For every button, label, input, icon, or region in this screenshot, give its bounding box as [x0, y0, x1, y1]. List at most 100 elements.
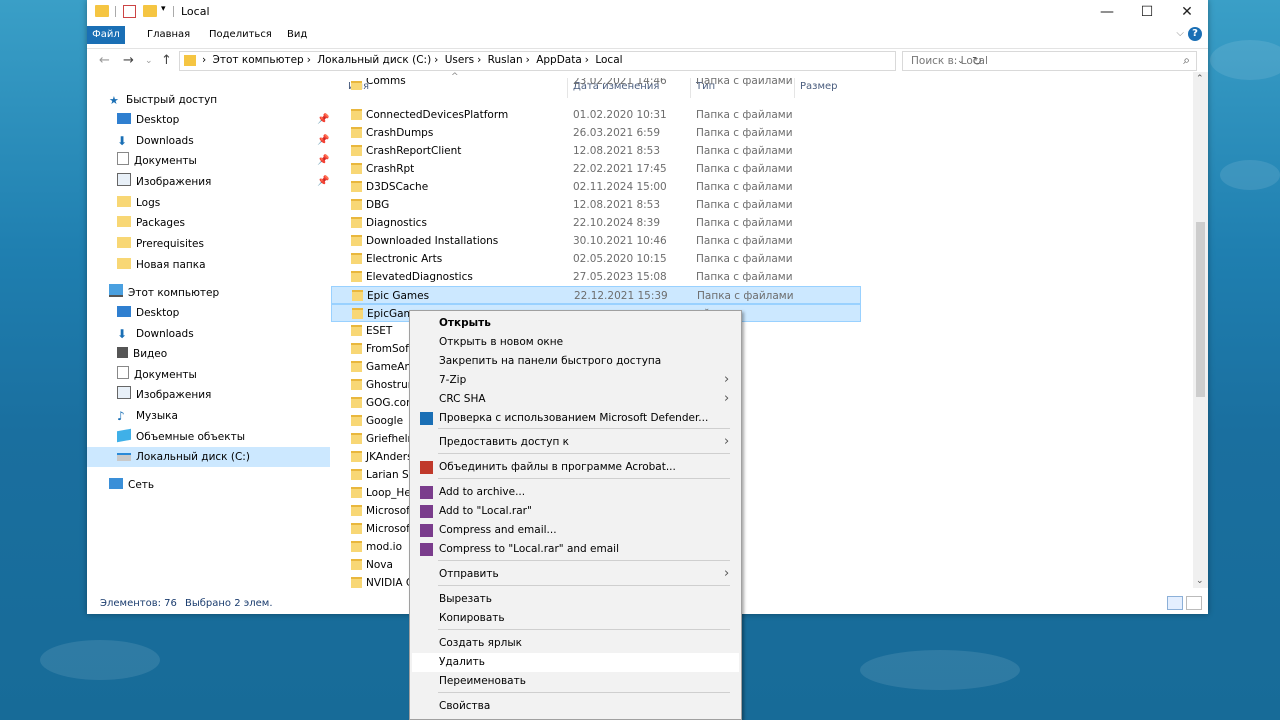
- folder-icon: [351, 271, 362, 282]
- menu-item-delete[interactable]: Удалить: [412, 653, 739, 672]
- menu-item-copy[interactable]: Копировать: [412, 609, 739, 628]
- forward-icon[interactable]: →: [123, 53, 134, 68]
- scroll-up-icon[interactable]: ⌃: [1196, 74, 1204, 84]
- menu-item-acrobat-combine[interactable]: Объединить файлы в программе Acrobat...: [412, 458, 739, 477]
- file-row[interactable]: Epic Games 22.12.2021 15:39 Папка с файлам…: [331, 286, 861, 304]
- menu-item-pin-quick-access[interactable]: Закрепить на панели быстрого доступа: [412, 352, 739, 371]
- nav-item-video[interactable]: Видео: [117, 344, 167, 364]
- file-row[interactable]: Diagnostics 22.10.2024 8:39 Папка с файлам…: [331, 214, 861, 232]
- nav-item-documents[interactable]: Документы: [117, 365, 197, 385]
- nav-item-logs[interactable]: Logs: [117, 193, 160, 213]
- nav-item-network[interactable]: Сеть: [109, 475, 154, 495]
- nav-item-packages[interactable]: Packages: [117, 213, 185, 233]
- nav-item-downloads[interactable]: ⬇ Downloads: [117, 324, 194, 344]
- recent-locations-icon[interactable]: ⌄: [145, 56, 153, 66]
- menu-item-add-to-archive[interactable]: Add to archive...: [412, 483, 739, 502]
- search-input[interactable]: Поиск в: Local ⌕: [902, 51, 1197, 71]
- up-icon[interactable]: ↑: [161, 53, 172, 68]
- scroll-down-icon[interactable]: ⌄: [1196, 576, 1204, 586]
- nav-item-this-pc[interactable]: Этот компьютер: [109, 283, 219, 303]
- nav-item-local-disk[interactable]: Локальный диск (C:): [87, 447, 330, 467]
- breadcrumb-separator-icon[interactable]: ›: [526, 54, 530, 66]
- breadcrumb: › Этот компьютер › Локальный диск (C:) › U…: [202, 54, 626, 66]
- folder-icon: [351, 109, 362, 120]
- menu-item-properties[interactable]: Свойства: [412, 697, 739, 716]
- file-row[interactable]: Downloaded Installations 30.10.2021 10:46…: [331, 232, 861, 250]
- file-row[interactable]: ElevatedDiagnostics 27.05.2023 15:08 Папка…: [331, 268, 861, 286]
- properties-icon[interactable]: [123, 5, 136, 18]
- file-row[interactable]: ConnectedDevicesPlatform 01.02.2020 10:31…: [331, 106, 861, 124]
- tab-share[interactable]: Поделиться: [203, 26, 278, 44]
- breadcrumb-item[interactable]: Локальный диск (C:): [317, 54, 431, 66]
- nav-item-new-folder[interactable]: Новая папка: [117, 255, 206, 275]
- help-icon[interactable]: ?: [1188, 27, 1202, 41]
- breadcrumb-item[interactable]: Users: [445, 54, 474, 66]
- address-bar[interactable]: › Этот компьютер › Локальный диск (C:) › U…: [179, 51, 982, 71]
- nav-item-prerequisites[interactable]: Prerequisites: [117, 234, 204, 254]
- nav-item-desktop[interactable]: Desktop: [117, 110, 179, 130]
- menu-item-compress-rar-email[interactable]: Compress to "Local.rar" and email: [412, 540, 739, 559]
- folder-icon: [351, 343, 362, 354]
- pin-icon[interactable]: 📌: [317, 176, 329, 187]
- nav-item-documents[interactable]: Документы: [117, 151, 197, 171]
- file-name: Microsoft: [366, 505, 414, 517]
- menu-item-defender-scan[interactable]: Проверка с использованием Microsoft Defe…: [412, 409, 739, 428]
- menu-item-cut[interactable]: Вырезать: [412, 590, 739, 609]
- nav-item-3d-objects[interactable]: Объемные объекты: [117, 427, 245, 447]
- scrollbar-thumb[interactable]: [1196, 222, 1205, 397]
- ribbon-expand-icon[interactable]: ⌵: [1176, 28, 1184, 39]
- new-folder-icon[interactable]: [143, 5, 157, 17]
- nav-item-desktop[interactable]: Desktop: [117, 303, 179, 323]
- nav-item-downloads[interactable]: ⬇ Downloads: [117, 131, 194, 151]
- file-row[interactable]: CrashDumps 26.03.2021 6:59 Папка с файлами: [331, 124, 861, 142]
- wallpaper-ripple: [40, 640, 160, 680]
- menu-item-open[interactable]: Открыть: [412, 314, 739, 333]
- vertical-scrollbar[interactable]: ⌃ ⌄: [1193, 72, 1208, 588]
- breadcrumb-separator-icon[interactable]: ›: [434, 54, 438, 66]
- breadcrumb-item[interactable]: AppData: [536, 54, 582, 66]
- breadcrumb-separator-icon[interactable]: ›: [585, 54, 589, 66]
- document-icon: [117, 366, 129, 379]
- file-row[interactable]: CrashReportClient 12.08.2021 8:53 Папка с …: [331, 142, 861, 160]
- file-row[interactable]: D3DSCache 02.11.2024 15:00 Папка с файлами: [331, 178, 861, 196]
- nav-item-label: Сеть: [128, 479, 155, 491]
- nav-item-music[interactable]: ♪ Музыка: [117, 406, 178, 426]
- tab-view[interactable]: Вид: [281, 26, 313, 44]
- details-view-icon[interactable]: [1167, 596, 1183, 610]
- menu-item-open-new-window[interactable]: Открыть в новом окне: [412, 333, 739, 352]
- file-row[interactable]: CrashRpt 22.02.2021 17:45 Папка с файлами: [331, 160, 861, 178]
- breadcrumb-separator-icon[interactable]: ›: [307, 54, 311, 66]
- pin-icon[interactable]: 📌: [317, 135, 329, 146]
- menu-item-send-to[interactable]: Отправить ›: [412, 565, 739, 584]
- menu-item-give-access[interactable]: Предоставить доступ к ›: [412, 433, 739, 452]
- nav-item-quick-access[interactable]: ★ Быстрый доступ: [109, 90, 217, 110]
- back-icon[interactable]: ←: [99, 53, 110, 68]
- menu-item-add-to-rar[interactable]: Add to "Local.rar": [412, 502, 739, 521]
- file-row[interactable]: DBG 12.08.2021 8:53 Папка с файлами: [331, 196, 861, 214]
- breadcrumb-item[interactable]: Этот компьютер: [213, 54, 304, 66]
- menu-item-7zip[interactable]: 7-Zip ›: [412, 371, 739, 390]
- file-row[interactable]: Comms 23.02.2021 14:46 Папка с файлами: [331, 78, 861, 90]
- large-icons-view-icon[interactable]: [1186, 596, 1202, 610]
- menu-item-rename[interactable]: Переименовать: [412, 672, 739, 691]
- breadcrumb-separator-icon[interactable]: ›: [477, 54, 481, 66]
- file-name: FromSoft: [366, 343, 413, 355]
- menu-item-create-shortcut[interactable]: Создать ярлык: [412, 634, 739, 653]
- pin-icon[interactable]: 📌: [317, 114, 329, 125]
- nav-item-label: Изображения: [136, 389, 212, 401]
- folder-icon: [351, 379, 362, 390]
- breadcrumb-item[interactable]: Ruslan: [488, 54, 523, 66]
- menu-item-crc-sha[interactable]: CRC SHA ›: [412, 390, 739, 409]
- close-button[interactable]: ✕: [1168, 0, 1206, 24]
- tab-file[interactable]: Файл: [87, 26, 125, 44]
- menu-item-compress-email[interactable]: Compress and email...: [412, 521, 739, 540]
- submenu-arrow-icon: ›: [724, 391, 730, 406]
- minimize-button[interactable]: —: [1088, 0, 1126, 24]
- file-row[interactable]: Electronic Arts 02.05.2020 10:15 Папка с ф…: [331, 250, 861, 268]
- nav-item-pictures[interactable]: Изображения: [117, 172, 211, 192]
- maximize-button[interactable]: ☐: [1128, 0, 1166, 24]
- tab-home[interactable]: Главная: [141, 26, 196, 44]
- nav-item-pictures[interactable]: Изображения: [117, 385, 211, 405]
- breadcrumb-item[interactable]: Local: [595, 54, 622, 66]
- pin-icon[interactable]: 📌: [317, 155, 329, 166]
